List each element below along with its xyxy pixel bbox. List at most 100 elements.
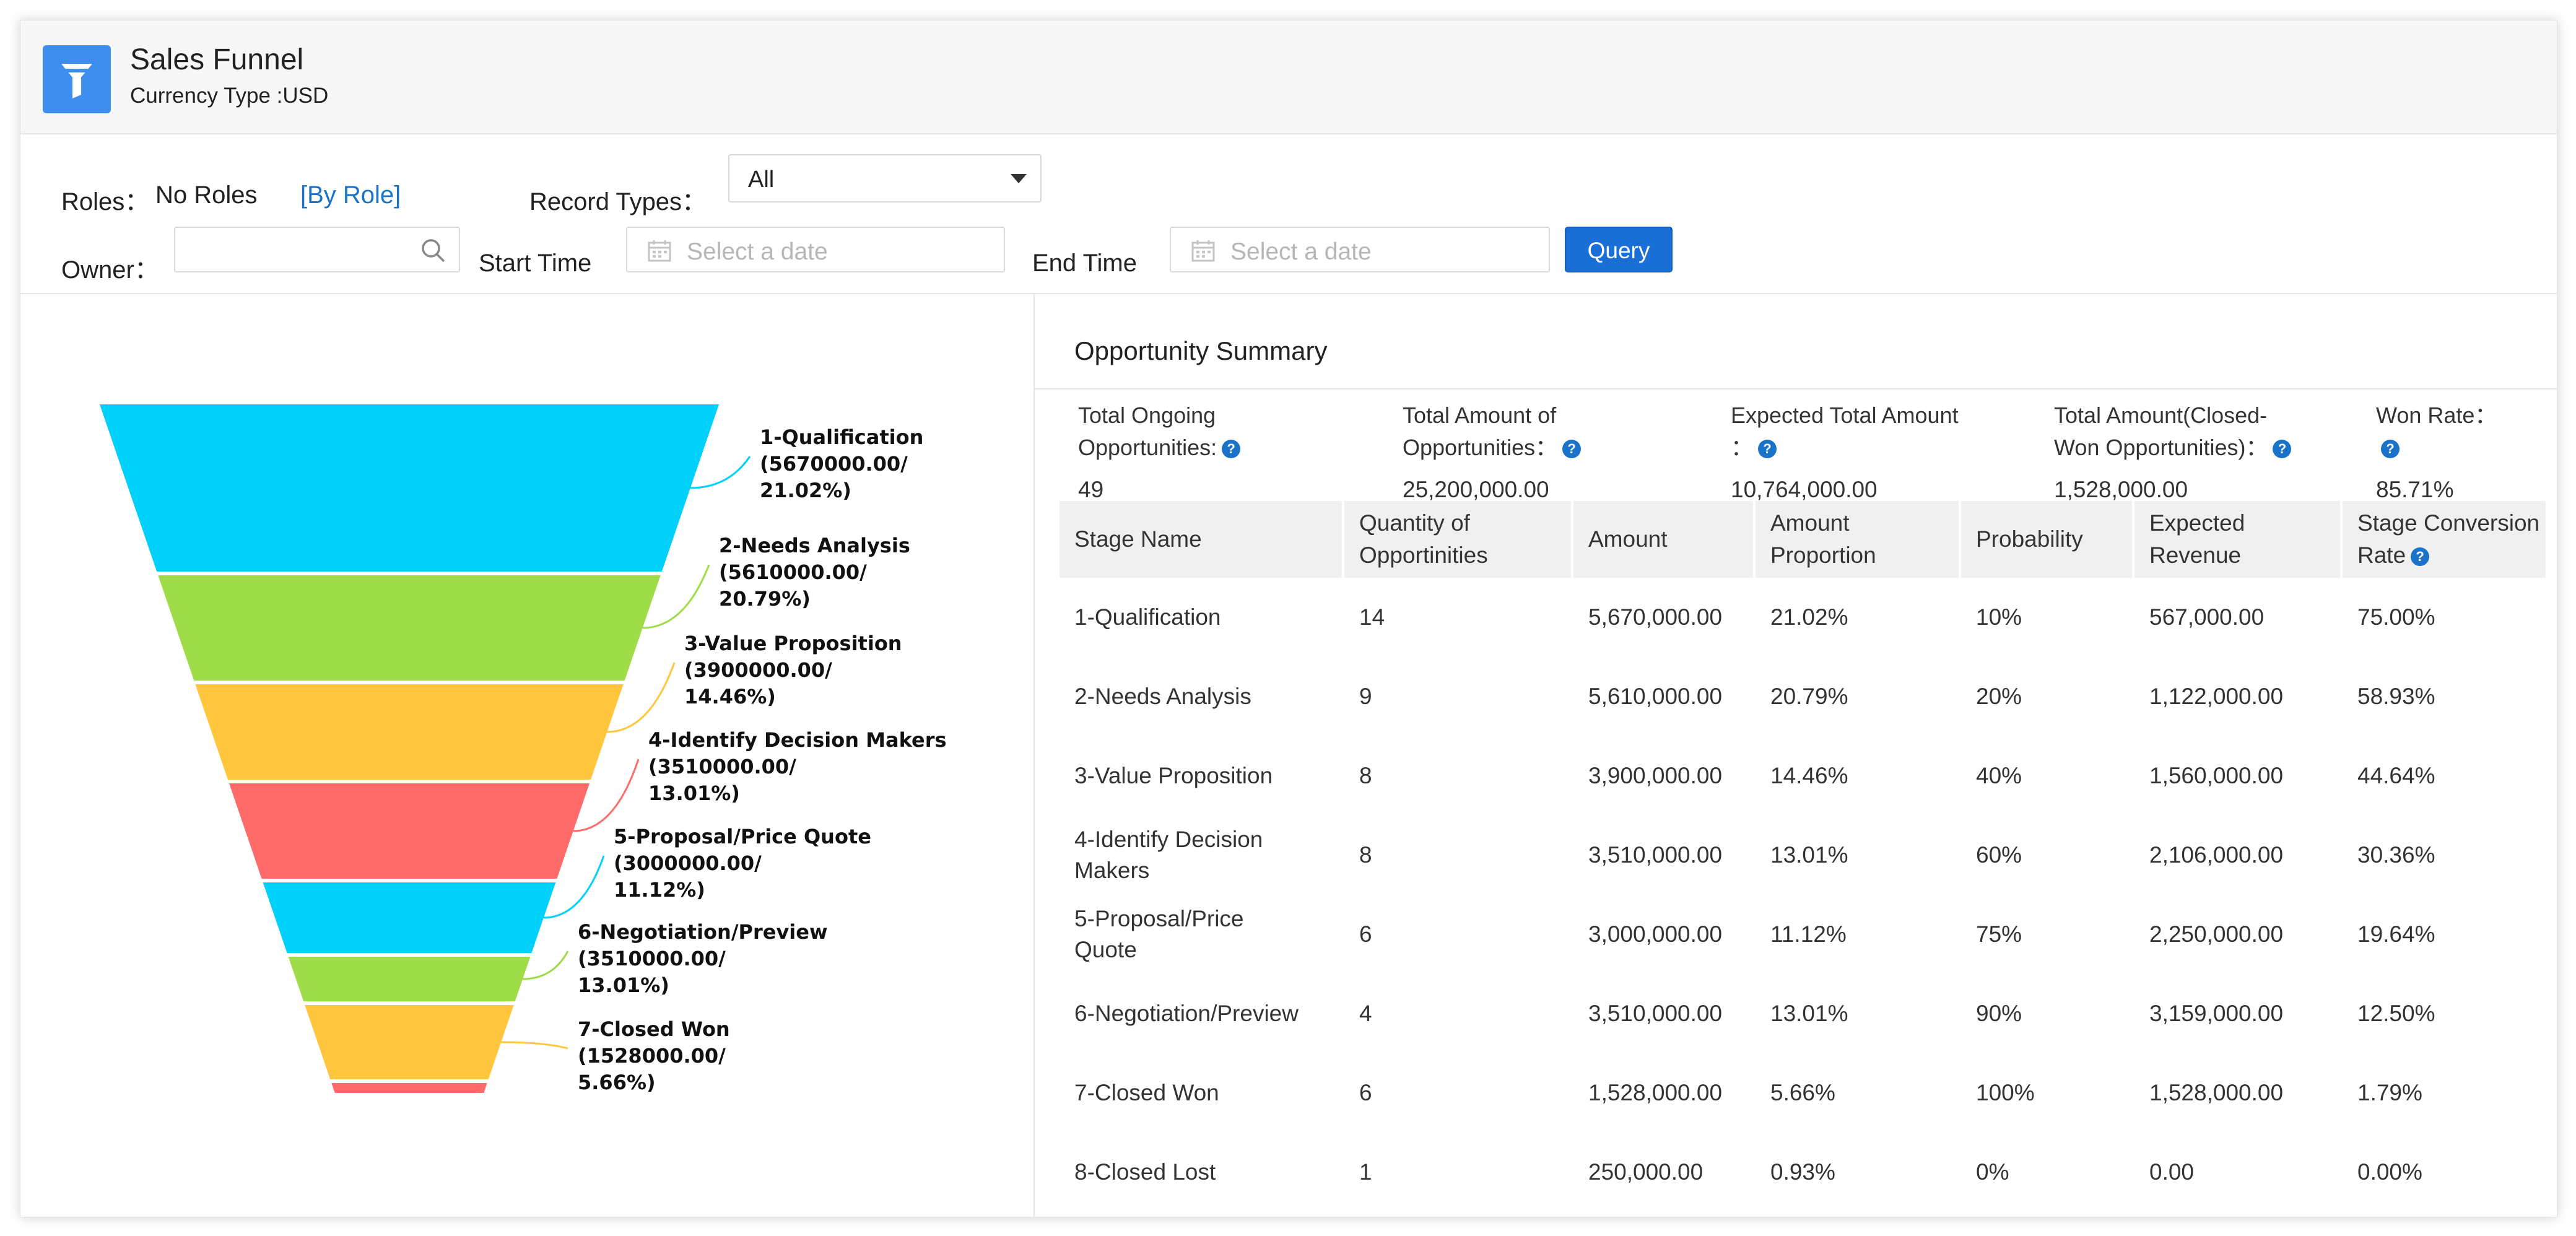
- funnel-segment[interactable]: [305, 1005, 514, 1079]
- help-icon[interactable]: ?: [1222, 440, 1241, 459]
- table-row: 3-Value Proposition 8 3,900,000.00 14.46% 40…: [1060, 736, 2546, 816]
- metric-label-line2: Opportunities:: [1078, 435, 1217, 460]
- cell-amount: 250,000.00: [1588, 1159, 1704, 1185]
- cell-amount: 5,610,000.00: [1588, 684, 1723, 709]
- opportunity-summary-panel: Opportunity Summary Total Ongoing Opport…: [1035, 294, 2557, 1217]
- calendar-icon: [1191, 240, 1215, 262]
- stage-name-line: Quote: [1074, 937, 1137, 962]
- cell-conversion-rate: 19.64%: [2357, 921, 2435, 947]
- funnel-label: 1-Qualification (5670000.00/21.02%): [760, 425, 923, 502]
- end-time-input[interactable]: Select a date: [1170, 227, 1550, 272]
- cell-quantity: 6: [1359, 1080, 1372, 1105]
- by-role-link[interactable]: [By Role]: [300, 181, 401, 209]
- col-stage-conversion: Stage Conversion Rate?: [2343, 501, 2546, 578]
- funnel-label-line: 13.01%): [578, 973, 669, 997]
- cell-expected-revenue: 0.00: [2149, 1159, 2195, 1185]
- funnel-segment[interactable]: [158, 575, 661, 681]
- header-line2: Revenue: [2149, 542, 2242, 568]
- owner-input[interactable]: [174, 227, 460, 272]
- table-row: 2-Needs Analysis 9 5,610,000.00 20.79% 20% 1,…: [1060, 657, 2546, 736]
- col-expected-revenue: Expected Revenue: [2134, 501, 2343, 578]
- owner-label: Owner：: [61, 256, 159, 284]
- metric-label-line2: Won Opportunities)：: [2054, 435, 2268, 460]
- metric-label-line1: Won Rate：: [2376, 403, 2497, 428]
- metric-won-rate: Won Rate： ? 85.71%: [2376, 399, 2537, 502]
- header-line2: Rate: [2357, 542, 2406, 568]
- header-line2: Proportion: [1770, 542, 1876, 568]
- cell-probability: 100%: [1976, 1080, 2035, 1105]
- stage-name-line: 4-Identify Decision: [1074, 827, 1263, 852]
- cell-proportion: 5.66%: [1770, 1080, 1835, 1105]
- funnel-label-line: 2-Needs Analysis: [719, 534, 910, 557]
- header-line1: Amount: [1588, 526, 1668, 552]
- cell-quantity: 8: [1359, 763, 1372, 788]
- funnel-label-line: (5670000.00/: [760, 452, 908, 476]
- calendar-icon: [648, 240, 671, 262]
- help-icon[interactable]: ?: [2273, 440, 2292, 459]
- header-line1: Expected: [2149, 510, 2245, 536]
- record-types-select[interactable]: All: [728, 154, 1042, 202]
- help-icon[interactable]: ?: [2411, 547, 2430, 567]
- start-time-input[interactable]: Select a date: [626, 227, 1005, 272]
- cell-amount: 1,528,000.00: [1588, 1080, 1723, 1105]
- cell-conversion-rate: 12.50%: [2357, 1001, 2435, 1026]
- header-line1: Stage Conversion: [2357, 510, 2540, 536]
- funnel-label-line: 20.79%): [719, 587, 811, 611]
- funnel-label-line: 21.02%): [760, 479, 851, 502]
- cell-quantity: 14: [1359, 604, 1385, 630]
- metric-expected-total: Expected Total Amount ：? 10,764,000.00: [1731, 399, 2040, 502]
- help-icon[interactable]: ?: [2381, 440, 2400, 459]
- stage-name-line: 3-Value Proposition: [1074, 763, 1273, 788]
- cell-amount: 3,000,000.00: [1588, 921, 1723, 947]
- funnel-label-line: 14.46%): [684, 685, 776, 708]
- header-line1: Quantity of: [1359, 510, 1470, 536]
- help-icon[interactable]: ?: [1758, 440, 1777, 459]
- funnel-segment[interactable]: [288, 957, 531, 1001]
- cell-proportion: 0.93%: [1770, 1159, 1835, 1185]
- search-icon[interactable]: [419, 237, 448, 265]
- funnel-segment[interactable]: [195, 684, 624, 780]
- metric-total-ongoing: Total Ongoing Opportunities:? 49: [1078, 399, 1363, 502]
- funnel-segment[interactable]: [228, 783, 590, 879]
- funnel-label-line: 5-Proposal/Price Quote: [614, 825, 871, 848]
- funnel-leader-line: [501, 1041, 568, 1050]
- stage-name-line: 8-Closed Lost: [1074, 1159, 1216, 1185]
- roles-label: Roles：: [61, 188, 150, 215]
- funnel-segment[interactable]: [100, 404, 719, 572]
- cell-probability: 20%: [1976, 684, 2022, 709]
- cell-probability: 75%: [1976, 921, 2022, 947]
- summary-title: Opportunity Summary: [1074, 336, 1328, 365]
- funnel-label-line: 11.12%): [614, 878, 705, 902]
- cell-expected-revenue: 2,250,000.00: [2149, 921, 2284, 947]
- roles-value: No Roles: [155, 181, 258, 209]
- cell-probability: 60%: [1976, 842, 2022, 868]
- page-title: Sales Funnel: [130, 43, 304, 76]
- cell-quantity: 9: [1359, 684, 1372, 709]
- cell-proportion: 13.01%: [1770, 1001, 1848, 1026]
- query-button[interactable]: Query: [1565, 227, 1673, 272]
- stage-name-line: 6-Negotiation/Preview: [1074, 1001, 1299, 1026]
- funnel-label-line: (3000000.00/: [614, 851, 762, 875]
- funnel-label-line: (3900000.00/: [684, 658, 832, 682]
- col-stage-name: Stage Name: [1060, 501, 1344, 578]
- cell-amount: 5,670,000.00: [1588, 604, 1723, 630]
- cell-probability: 90%: [1976, 1001, 2022, 1026]
- cell-expected-revenue: 1,560,000.00: [2149, 763, 2284, 788]
- funnel-segment[interactable]: [263, 882, 556, 953]
- funnel-label-line: (3510000.00/: [578, 947, 726, 970]
- funnel-label-line: 3-Value Proposition: [684, 632, 902, 655]
- cell-amount: 3,900,000.00: [1588, 763, 1723, 788]
- header-line1: Amount: [1770, 510, 1850, 536]
- header-line1: Probability: [1976, 526, 2083, 552]
- help-icon[interactable]: ?: [1562, 440, 1582, 459]
- funnel-label-line: (1528000.00/: [578, 1044, 726, 1068]
- funnel-segment[interactable]: [331, 1083, 487, 1093]
- cell-proportion: 21.02%: [1770, 604, 1848, 630]
- end-time-placeholder: Select a date: [1230, 238, 1372, 265]
- col-quantity: Quantity of Opportinities: [1344, 501, 1573, 578]
- cell-probability: 40%: [1976, 763, 2022, 788]
- record-types-label: Record Types：: [529, 188, 707, 215]
- metric-closed-won: Total Amount(Closed- Won Opportunities)：…: [2054, 399, 2351, 502]
- funnel-label-line: (3510000.00/: [648, 755, 796, 778]
- cell-conversion-rate: 1.79%: [2357, 1080, 2422, 1105]
